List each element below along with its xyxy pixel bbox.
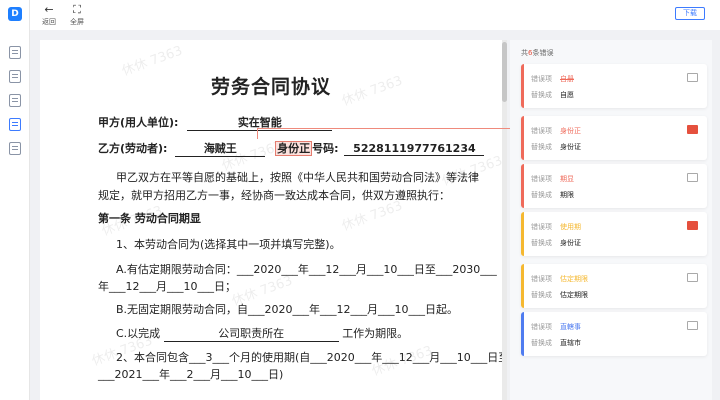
article-1-heading: 第一条 劳动合同期显 [98,212,201,225]
report-flag-icon[interactable] [687,73,698,82]
error-replace-row: 替换成 估定期限 [531,290,588,300]
error-connector-line [257,128,258,139]
id-label-rest: 号码: [312,142,339,155]
wrong-key-label: 错误项 [531,75,552,83]
error-replace-row: 替换成 直辖市 [531,338,581,348]
replacement-value: 期限 [560,191,574,199]
document-scrollbar[interactable] [502,40,507,400]
error-replace-row: 替换成 自愿 [531,90,574,100]
error-wrong-row: 错误项 期显 [531,174,574,184]
party-b-name: 海贼王 [175,140,266,157]
clause-a-line-1: A.有估定期限劳动合同：___2020___年___12___月___10___… [116,263,497,276]
error-connector-line [257,128,521,129]
clause-c-suffix: 工作为期限。 [342,327,409,340]
app-logo: D [8,7,22,21]
fullscreen-button[interactable]: ⛶ 全屏 [62,3,92,27]
document-extract-icon[interactable] [9,142,21,155]
error-severity-bar [521,312,524,356]
back-button[interactable]: ← 返回 [34,3,64,27]
error-replace-row: 替换成 身份证 [531,238,581,248]
report-flag-icon[interactable] [687,273,698,282]
error-panel: 共6条错误 错误项 自册 替换成 自愿 错误项 身份正 替换成 身份证 错误项 期显 替换成 期限 错误… [510,40,712,400]
wrong-key-label: 错误项 [531,175,552,183]
replacement-value: 身份证 [560,143,581,151]
error-card[interactable]: 错误项 直轄事 替换成 直辖市 [521,312,707,356]
error-card[interactable]: 错误项 估定期限 替换成 估定期限 [521,264,707,308]
error-card[interactable]: 错误项 期显 替换成 期限 [521,164,707,208]
error-card[interactable]: 错误项 自册 替换成 自愿 [521,64,707,108]
id-number: 522811197776123​4 [344,142,485,156]
arrow-left-icon: ← [44,3,54,16]
wrong-value: 使用期 [560,223,581,231]
clause-c: C.以完成 公司职责所在 工作为期限。 [116,325,408,342]
document-compare-icon[interactable] [9,70,21,83]
wrong-value: 身份正 [560,127,581,135]
paragraph-1-line-1: 甲乙双方在平等自愿的基础上，按照《中华人民共和国劳动合同法》等法律 [116,171,479,184]
error-replace-row: 替换成 身份证 [531,142,581,152]
replacement-value: 估定期限 [560,291,588,299]
fullscreen-label: 全屏 [70,18,84,26]
error-severity-bar [521,264,524,308]
clause-c-value: 公司职责所在 [163,325,339,342]
scrollbar-thumb[interactable] [502,42,507,102]
wrong-value: 自册 [560,75,574,83]
clause-1: 1、本劳动合同为(选择其中一项并填写完整)。 [116,238,341,251]
replace-key-label: 替换成 [531,91,552,99]
document-review-icon[interactable] [9,94,21,107]
error-severity-bar [521,116,524,160]
error-wrong-row: 错误项 自册 [531,74,574,84]
report-flag-icon[interactable] [687,125,698,134]
wrong-key-label: 错误项 [531,323,552,331]
error-severity-bar [521,164,524,208]
clause-2-line-2: ___2021___年___2___月___10___日) [98,368,284,381]
party-b-line: 乙方(劳动者): 海贼王 身份正 号码: 522811197776123​4 [98,140,485,157]
error-wrong-row: 错误项 使用期 [531,222,581,232]
error-count-header: 共6条错误 [521,49,554,57]
error-card[interactable]: 错误项 使用期 替换成 身份证 [521,212,707,256]
replacement-value: 直辖市 [560,339,581,347]
error-highlight-id[interactable]: 身份正 [275,141,313,156]
replace-key-label: 替换成 [531,339,552,347]
paragraph-1-line-2: 规定，就甲方招用乙方一事，经协商一致达成本合同，供双方遵照执行： [98,189,450,202]
wrong-key-label: 错误项 [531,127,552,135]
report-flag-icon[interactable] [687,221,698,230]
error-replace-row: 替换成 期限 [531,190,574,200]
error-wrong-row: 错误项 身份正 [531,126,581,136]
report-flag-icon[interactable] [687,321,698,330]
party-a-label: 甲方(用人单位): [98,116,179,129]
replace-key-label: 替换成 [531,291,552,299]
document-title: 劳务合同协议 [210,76,331,98]
wrong-value: 期显 [560,175,574,183]
replace-key-label: 替换成 [531,143,552,151]
replacement-value: 身份证 [560,239,581,247]
top-toolbar: ← 返回 ⛶ 全屏 下载 [30,0,720,30]
error-wrong-row: 错误项 直轄事 [531,322,581,332]
back-label: 返回 [42,18,56,26]
replace-key-label: 替换成 [531,239,552,247]
error-severity-bar [521,212,524,256]
wrong-value: 直轄事 [560,323,581,331]
wrong-value: 估定期限 [560,275,588,283]
replacement-value: 自愿 [560,91,574,99]
report-flag-icon[interactable] [687,173,698,182]
wrong-key-label: 错误项 [531,275,552,283]
download-button[interactable]: 下载 [675,7,705,20]
clause-2-line-1: 2、本合同包含___3___个月的使用期(自___2020___年___12__… [116,351,502,364]
left-sidebar: D [0,0,30,400]
document-page: 休休 7363 休休 7363 休休 7363 休休 7363 休休 7363 … [40,40,502,400]
error-severity-bar [521,64,524,108]
error-card[interactable]: 错误项 身份正 替换成 身份证 [521,116,707,160]
wrong-key-label: 错误项 [531,223,552,231]
error-wrong-row: 错误项 估定期限 [531,274,588,284]
fullscreen-icon: ⛶ [73,3,81,16]
clause-a-line-2: 年___12___月___10___日； [98,280,236,293]
clause-b: B.无固定期限劳动合同，自___2020___年___12___月___10__… [116,303,459,316]
party-b-label: 乙方(劳动者): [98,142,168,155]
document-proofread-icon[interactable] [9,118,21,131]
replace-key-label: 替换成 [531,191,552,199]
document-list-icon[interactable] [9,46,21,59]
clause-c-prefix: C.以完成 [116,327,161,340]
